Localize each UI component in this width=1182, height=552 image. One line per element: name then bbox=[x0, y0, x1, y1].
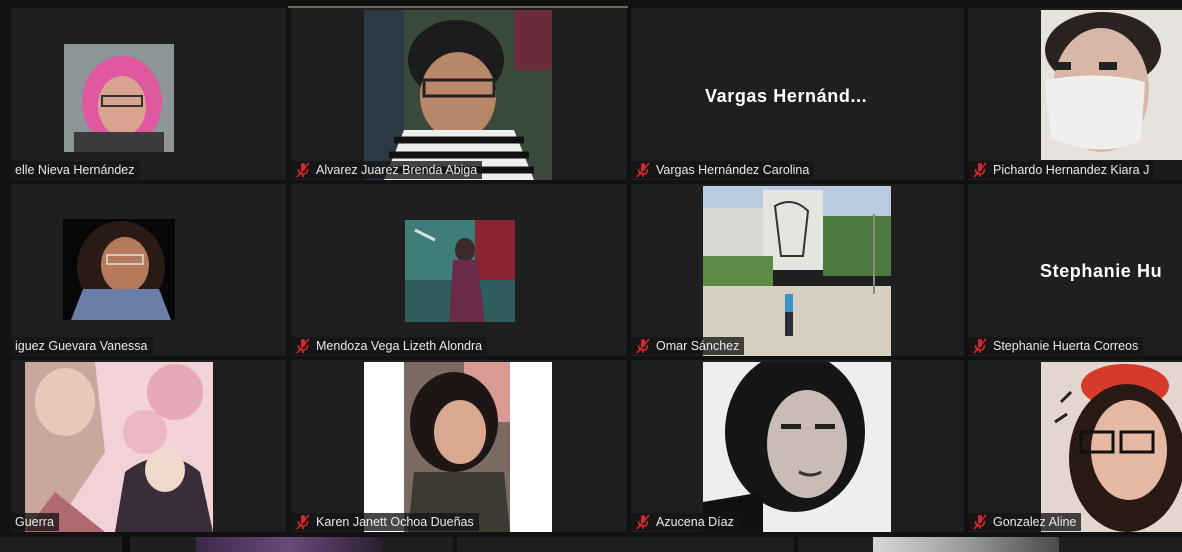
participant-name: Vargas Hernández Carolina bbox=[656, 163, 810, 177]
participant-name: Azucena Díaz bbox=[656, 515, 734, 529]
participant-name-tag: Azucena Díaz bbox=[631, 513, 739, 531]
participant-tile[interactable] bbox=[457, 537, 794, 552]
participant-tile[interactable] bbox=[798, 537, 1182, 552]
participant-video bbox=[196, 537, 382, 552]
participant-name-tag: Gonzalez Aline bbox=[968, 513, 1082, 531]
participant-name-tag: Vargas Hernández Carolina bbox=[631, 161, 815, 179]
participant-tile[interactable]: Omar Sánchez bbox=[631, 184, 964, 356]
participant-name: Gonzalez Aline bbox=[993, 515, 1077, 529]
participant-name-tag: Karen Janett Ochoa Dueñas bbox=[291, 513, 479, 531]
participant-name: Pichardo Hernandez Kiara J bbox=[993, 163, 1150, 177]
muted-microphone-icon bbox=[296, 338, 310, 354]
participant-tile[interactable]: Vargas Hernánd... Vargas Hernández Carol… bbox=[631, 8, 964, 180]
participant-name: elle Nieva Hernández bbox=[15, 163, 135, 177]
participant-tile[interactable]: Stephanie Hu Stephanie Huerta Correos bbox=[968, 184, 1182, 356]
participant-name-tag: Alvarez Juarez Brenda Abiga bbox=[291, 161, 483, 179]
muted-microphone-icon bbox=[973, 162, 987, 178]
participant-tile[interactable]: elle Nieva Hernández bbox=[11, 8, 286, 180]
muted-microphone-icon bbox=[296, 514, 310, 530]
participant-name: Guerra bbox=[15, 515, 54, 529]
participant-name-tag: Stephanie Huerta Correos bbox=[968, 337, 1144, 355]
muted-microphone-icon bbox=[973, 338, 987, 354]
participant-video bbox=[63, 219, 175, 320]
participant-name-tag: iguez Guevara Vanessa bbox=[11, 337, 153, 355]
muted-microphone-icon bbox=[296, 162, 310, 178]
muted-microphone-icon bbox=[636, 162, 650, 178]
participant-video bbox=[364, 362, 552, 532]
participant-video bbox=[1041, 10, 1182, 180]
muted-microphone-icon bbox=[973, 514, 987, 530]
participant-name-tag: Omar Sánchez bbox=[631, 337, 745, 355]
participant-video bbox=[703, 186, 891, 356]
participant-name: Omar Sánchez bbox=[656, 339, 740, 353]
participant-tile[interactable]: Karen Janett Ochoa Dueñas bbox=[291, 360, 627, 532]
participant-tile[interactable]: iguez Guevara Vanessa bbox=[11, 184, 286, 356]
participant-display-name: Vargas Hernánd... bbox=[705, 86, 868, 106]
participant-name: Stephanie Huerta Correos bbox=[993, 339, 1139, 353]
participant-tile[interactable] bbox=[0, 537, 453, 552]
participant-name-tag: elle Nieva Hernández bbox=[11, 161, 140, 179]
participant-name-tag: Pichardo Hernandez Kiara J bbox=[968, 161, 1155, 179]
participant-tile[interactable]: Guerra bbox=[11, 360, 286, 532]
participant-video bbox=[873, 537, 1059, 552]
participant-video bbox=[364, 10, 552, 180]
participant-tile[interactable]: Alvarez Juarez Brenda Abiga bbox=[291, 8, 627, 180]
participant-video bbox=[703, 362, 891, 532]
participant-tile[interactable]: Pichardo Hernandez Kiara J bbox=[968, 8, 1182, 180]
participant-name: Karen Janett Ochoa Dueñas bbox=[316, 515, 474, 529]
participant-name: Alvarez Juarez Brenda Abiga bbox=[316, 163, 478, 177]
participant-tile[interactable]: Gonzalez Aline bbox=[968, 360, 1182, 532]
participant-video bbox=[64, 44, 174, 152]
muted-microphone-icon bbox=[636, 338, 650, 354]
participant-video bbox=[25, 362, 213, 532]
participant-name-tag: Guerra bbox=[11, 513, 59, 531]
participant-name-tag: Mendoza Vega Lizeth Alondra bbox=[291, 337, 488, 355]
participant-name: iguez Guevara Vanessa bbox=[15, 339, 148, 353]
participant-video bbox=[1041, 362, 1182, 532]
participant-display-name: Stephanie Hu bbox=[1040, 261, 1163, 281]
muted-microphone-icon bbox=[636, 514, 650, 530]
participant-tile[interactable]: Mendoza Vega Lizeth Alondra bbox=[291, 184, 627, 356]
participant-tile[interactable]: Azucena Díaz bbox=[631, 360, 964, 532]
participant-name: Mendoza Vega Lizeth Alondra bbox=[316, 339, 483, 353]
participant-video bbox=[122, 537, 130, 552]
participant-video bbox=[405, 220, 515, 322]
